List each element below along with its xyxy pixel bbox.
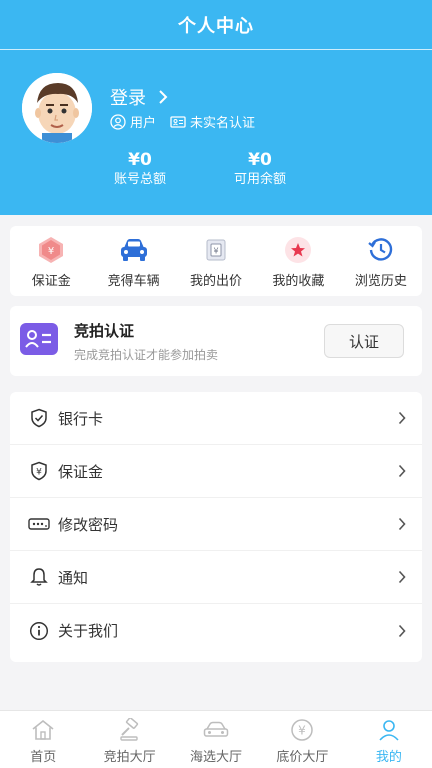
realname-badge[interactable]: 未实名认证 (170, 112, 255, 131)
menu-item-label: 银行卡 (58, 409, 104, 428)
quick-action-label: 竞得车辆 (107, 274, 160, 289)
person-icon (376, 717, 402, 743)
menu-item-deposit[interactable]: ¥ 保证金 (10, 445, 422, 498)
certification-subtitle: 完成竞拍认证才能参加拍卖 (74, 348, 219, 362)
user-badges: 用户 未实名认证 (110, 112, 255, 131)
quick-action-won-cars[interactable]: 竞得车辆 (92, 226, 174, 296)
avatar[interactable] (22, 73, 92, 143)
quick-action-my-bids[interactable]: ¥ 我的出价 (175, 226, 257, 296)
chevron-right-icon (398, 570, 406, 584)
quick-actions: ¥ 保证金 竞得车辆 ¥ 我的出价 我的收藏 浏览历史 (10, 226, 422, 296)
avatar-face-icon (22, 73, 92, 143)
profile-header: 个人中心 登录 用户 未实名认证 ¥0 账号总额 ¥0 可用余额 (0, 0, 432, 215)
svg-text:¥: ¥ (36, 468, 42, 478)
quick-action-label: 我的收藏 (272, 274, 325, 289)
auction-certification-card: 竞拍认证 完成竞拍认证才能参加拍卖 认证 (10, 306, 422, 376)
menu-item-label: 关于我们 (58, 622, 119, 640)
yen-circle-icon: ¥ (289, 717, 315, 743)
tab-label: 竞拍大厅 (103, 750, 156, 765)
menu-item-about[interactable]: 关于我们 (10, 604, 422, 657)
account-total-label: 账号总额 (113, 172, 166, 187)
password-icon (28, 513, 50, 535)
svg-text:¥: ¥ (299, 724, 307, 738)
chevron-right-icon (398, 624, 406, 637)
menu-item-bank-card[interactable]: 银行卡 (10, 392, 422, 445)
tab-label: 首页 (30, 750, 57, 765)
menu-item-label: 保证金 (58, 462, 104, 481)
login-label: 登录 (110, 88, 146, 109)
user-badge-label: 用户 (130, 116, 157, 131)
menu-item-change-password[interactable]: 修改密码 (10, 498, 422, 551)
bell-icon (28, 566, 50, 588)
svg-text:¥: ¥ (48, 246, 54, 257)
login-link[interactable]: 登录 (110, 84, 168, 110)
chevron-right-icon (398, 464, 406, 478)
shield-check-icon (28, 407, 50, 429)
gavel-icon (117, 717, 143, 743)
tab-label: 底价大厅 (276, 750, 329, 765)
id-card-icon (170, 115, 186, 128)
home-icon (30, 717, 56, 743)
info-icon (28, 620, 50, 642)
star-icon (284, 236, 312, 264)
available-label: 可用余额 (233, 172, 286, 187)
chevron-right-icon (398, 411, 406, 425)
page-title: 个人中心 (178, 15, 254, 37)
car-outline-icon (203, 717, 229, 743)
tab-mine[interactable]: 我的 (346, 711, 432, 768)
title-bar: 个人中心 (0, 0, 432, 50)
quick-action-deposit[interactable]: ¥ 保证金 (10, 226, 92, 296)
tab-label: 海选大厅 (190, 750, 243, 765)
menu-item-notifications[interactable]: 通知 (10, 551, 422, 604)
menu-item-label: 通知 (58, 568, 89, 587)
realname-badge-label: 未实名认证 (190, 116, 256, 131)
quick-action-label: 浏览历史 (354, 274, 407, 289)
tab-reserve-price-hall[interactable]: ¥ 底价大厅 (259, 711, 345, 768)
quick-action-label: 我的出价 (190, 274, 243, 289)
svg-text:¥: ¥ (213, 247, 218, 256)
certification-title: 竞拍认证 (74, 322, 135, 340)
tab-selection-hall[interactable]: 海选大厅 (173, 711, 259, 768)
deposit-icon: ¥ (37, 236, 65, 264)
certification-icon (20, 323, 58, 355)
chevron-right-icon (159, 90, 168, 104)
certify-button[interactable]: 认证 (324, 324, 404, 358)
chevron-right-icon (398, 517, 406, 531)
tab-home[interactable]: 首页 (0, 711, 86, 768)
account-total-amount: ¥0 (128, 150, 152, 170)
available-balance[interactable]: ¥0 可用余额 (205, 150, 315, 190)
car-icon (120, 236, 148, 264)
menu-item-label: 修改密码 (58, 515, 119, 534)
tab-label: 我的 (375, 750, 402, 765)
tab-auction-hall[interactable]: 竞拍大厅 (86, 711, 172, 768)
available-amount: ¥0 (248, 150, 272, 170)
history-icon (367, 236, 395, 264)
shield-yen-icon: ¥ (28, 460, 50, 482)
user-circle-icon (110, 113, 126, 130)
quick-action-favorites[interactable]: 我的收藏 (257, 226, 339, 296)
bottom-tab-bar: 首页 竞拍大厅 海选大厅 ¥ 底价大厅 我的 (0, 710, 432, 768)
account-total[interactable]: ¥0 账号总额 (85, 150, 195, 190)
quick-action-history[interactable]: 浏览历史 (340, 226, 422, 296)
quick-action-label: 保证金 (31, 274, 71, 289)
settings-menu: 银行卡 ¥ 保证金 修改密码 通知 关于我们 (10, 392, 422, 662)
bid-icon: ¥ (202, 236, 230, 264)
user-badge: 用户 (110, 112, 156, 131)
